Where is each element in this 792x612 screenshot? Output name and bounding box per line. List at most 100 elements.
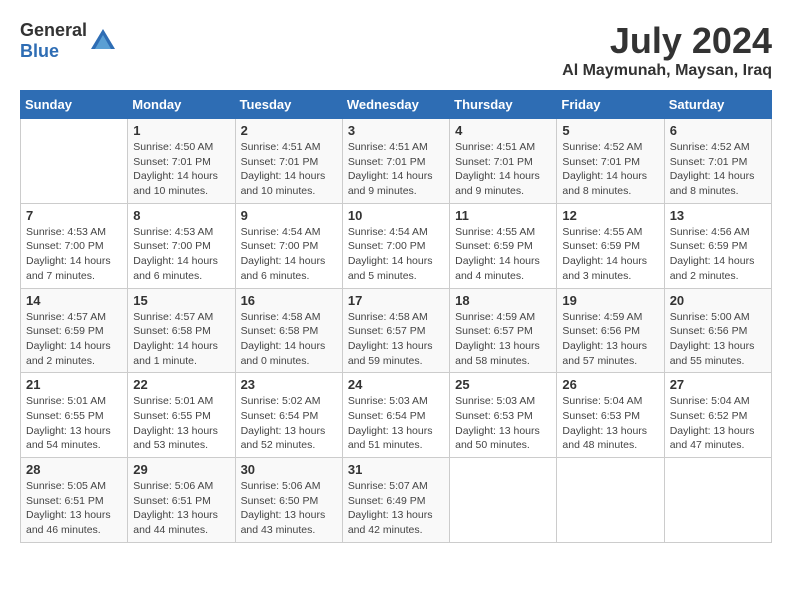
day-number: 4 xyxy=(455,123,551,138)
calendar-cell: 10 Sunrise: 4:54 AMSunset: 7:00 PMDayligh… xyxy=(342,203,449,288)
day-info: Sunrise: 5:07 AMSunset: 6:49 PMDaylight:… xyxy=(348,479,444,538)
day-info: Sunrise: 4:51 AMSunset: 7:01 PMDaylight:… xyxy=(348,140,444,199)
day-number: 17 xyxy=(348,293,444,308)
day-info: Sunrise: 4:57 AMSunset: 6:58 PMDaylight:… xyxy=(133,310,229,369)
calendar-cell: 21Sunrise: 5:01 AMSunset: 6:55 PMDayligh… xyxy=(21,373,128,458)
day-number: 1 xyxy=(133,123,229,138)
day-info: Sunrise: 4:58 AMSunset: 6:57 PMDaylight:… xyxy=(348,310,444,369)
calendar-cell: 31 Sunrise: 5:07 AMSunset: 6:49 PMDayligh… xyxy=(342,458,449,543)
calendar-table: SundayMondayTuesdayWednesdayThursdayFrid… xyxy=(20,90,772,543)
day-info: Sunrise: 4:52 AMSunset: 7:01 PMDaylight:… xyxy=(670,140,766,199)
day-number: 25 xyxy=(455,377,551,392)
day-number: 16 xyxy=(241,293,337,308)
day-info: Sunrise: 4:50 AMSunset: 7:01 PMDaylight:… xyxy=(133,140,229,199)
logo-text: General Blue xyxy=(20,20,87,62)
page-header: General Blue July 2024 Al Maymunah, Mays… xyxy=(20,20,772,80)
calendar-cell: 27 Sunrise: 5:04 AMSunset: 6:52 PMDayligh… xyxy=(664,373,771,458)
day-info: Sunrise: 4:58 AMSunset: 6:58 PMDaylight:… xyxy=(241,310,337,369)
calendar-cell: 19 Sunrise: 4:59 AMSunset: 6:56 PMDayligh… xyxy=(557,288,664,373)
day-number: 21 xyxy=(26,377,122,392)
calendar-week-1: 1 Sunrise: 4:50 AMSunset: 7:01 PMDaylight… xyxy=(21,119,772,204)
calendar-cell xyxy=(21,119,128,204)
day-number: 3 xyxy=(348,123,444,138)
column-header-thursday: Thursday xyxy=(450,91,557,119)
day-info: Sunrise: 4:53 AMSunset: 7:00 PMDaylight:… xyxy=(26,225,122,284)
calendar-cell: 13Sunrise: 4:56 AMSunset: 6:59 PMDayligh… xyxy=(664,203,771,288)
logo: General Blue xyxy=(20,20,117,62)
day-info: Sunrise: 5:03 AMSunset: 6:54 PMDaylight:… xyxy=(348,394,444,453)
day-number: 14 xyxy=(26,293,122,308)
day-number: 19 xyxy=(562,293,658,308)
calendar-cell xyxy=(664,458,771,543)
day-number: 31 xyxy=(348,462,444,477)
day-number: 26 xyxy=(562,377,658,392)
day-info: Sunrise: 5:01 AMSunset: 6:55 PMDaylight:… xyxy=(133,394,229,453)
calendar-cell: 4Sunrise: 4:51 AMSunset: 7:01 PMDaylight… xyxy=(450,119,557,204)
day-info: Sunrise: 5:02 AMSunset: 6:54 PMDaylight:… xyxy=(241,394,337,453)
day-number: 15 xyxy=(133,293,229,308)
calendar-cell: 15 Sunrise: 4:57 AMSunset: 6:58 PMDayligh… xyxy=(128,288,235,373)
day-number: 18 xyxy=(455,293,551,308)
day-number: 28 xyxy=(26,462,122,477)
day-number: 27 xyxy=(670,377,766,392)
location-title: Al Maymunah, Maysan, Iraq xyxy=(562,62,772,80)
day-info: Sunrise: 5:03 AMSunset: 6:53 PMDaylight:… xyxy=(455,394,551,453)
day-info: Sunrise: 4:51 AMSunset: 7:01 PMDaylight:… xyxy=(241,140,337,199)
calendar-week-4: 21 Sunrise: 5:01 AMSunset: 6:55 PMDayligh… xyxy=(21,373,772,458)
day-info: Sunrise: 5:00 AMSunset: 6:56 PMDaylight:… xyxy=(670,310,766,369)
calendar-cell: 20 Sunrise: 5:00 AMSunset: 6:56 PMDayligh… xyxy=(664,288,771,373)
calendar-cell: 29Sunrise: 5:06 AMSunset: 6:51 PMDayligh… xyxy=(128,458,235,543)
column-header-wednesday: Wednesday xyxy=(342,91,449,119)
day-info: Sunrise: 4:56 AMSunset: 6:59 PMDaylight:… xyxy=(670,225,766,284)
day-number: 6 xyxy=(670,123,766,138)
day-number: 24 xyxy=(348,377,444,392)
calendar-week-2: 7 Sunrise: 4:53 AMSunset: 7:00 PMDaylight… xyxy=(21,203,772,288)
calendar-cell xyxy=(450,458,557,543)
day-number: 9 xyxy=(241,208,337,223)
calendar-cell: 2Sunrise: 4:51 AMSunset: 7:01 PMDaylight… xyxy=(235,119,342,204)
day-number: 23 xyxy=(241,377,337,392)
calendar-cell: 5Sunrise: 4:52 AMSunset: 7:01 PMDaylight… xyxy=(557,119,664,204)
day-info: Sunrise: 4:59 AMSunset: 6:56 PMDaylight:… xyxy=(562,310,658,369)
day-number: 29 xyxy=(133,462,229,477)
calendar-cell: 28 Sunrise: 5:05 AMSunset: 6:51 PMDayligh… xyxy=(21,458,128,543)
day-info: Sunrise: 5:06 AMSunset: 6:50 PMDaylight:… xyxy=(241,479,337,538)
title-block: July 2024 Al Maymunah, Maysan, Iraq xyxy=(562,20,772,80)
calendar-cell: 3 Sunrise: 4:51 AMSunset: 7:01 PMDaylight… xyxy=(342,119,449,204)
calendar-cell: 11Sunrise: 4:55 AMSunset: 6:59 PMDayligh… xyxy=(450,203,557,288)
day-number: 5 xyxy=(562,123,658,138)
day-info: Sunrise: 4:57 AMSunset: 6:59 PMDaylight:… xyxy=(26,310,122,369)
day-number: 12 xyxy=(562,208,658,223)
calendar-cell: 23 Sunrise: 5:02 AMSunset: 6:54 PMDayligh… xyxy=(235,373,342,458)
column-header-tuesday: Tuesday xyxy=(235,91,342,119)
calendar-cell: 6 Sunrise: 4:52 AMSunset: 7:01 PMDaylight… xyxy=(664,119,771,204)
column-header-friday: Friday xyxy=(557,91,664,119)
calendar-cell: 16 Sunrise: 4:58 AMSunset: 6:58 PMDayligh… xyxy=(235,288,342,373)
calendar-week-3: 14 Sunrise: 4:57 AMSunset: 6:59 PMDayligh… xyxy=(21,288,772,373)
day-info: Sunrise: 4:53 AMSunset: 7:00 PMDaylight:… xyxy=(133,225,229,284)
calendar-cell: 9Sunrise: 4:54 AMSunset: 7:00 PMDaylight… xyxy=(235,203,342,288)
day-info: Sunrise: 4:55 AMSunset: 6:59 PMDaylight:… xyxy=(562,225,658,284)
calendar-header-row: SundayMondayTuesdayWednesdayThursdayFrid… xyxy=(21,91,772,119)
calendar-cell: 24 Sunrise: 5:03 AMSunset: 6:54 PMDayligh… xyxy=(342,373,449,458)
month-year-title: July 2024 xyxy=(562,20,772,62)
column-header-monday: Monday xyxy=(128,91,235,119)
column-header-saturday: Saturday xyxy=(664,91,771,119)
day-info: Sunrise: 4:59 AMSunset: 6:57 PMDaylight:… xyxy=(455,310,551,369)
calendar-week-5: 28 Sunrise: 5:05 AMSunset: 6:51 PMDayligh… xyxy=(21,458,772,543)
day-number: 30 xyxy=(241,462,337,477)
day-number: 7 xyxy=(26,208,122,223)
calendar-cell: 7 Sunrise: 4:53 AMSunset: 7:00 PMDaylight… xyxy=(21,203,128,288)
day-info: Sunrise: 5:04 AMSunset: 6:52 PMDaylight:… xyxy=(670,394,766,453)
logo-icon xyxy=(89,27,117,55)
calendar-cell xyxy=(557,458,664,543)
calendar-cell: 25 Sunrise: 5:03 AMSunset: 6:53 PMDayligh… xyxy=(450,373,557,458)
day-number: 20 xyxy=(670,293,766,308)
column-header-sunday: Sunday xyxy=(21,91,128,119)
calendar-cell: 8 Sunrise: 4:53 AMSunset: 7:00 PMDaylight… xyxy=(128,203,235,288)
day-number: 10 xyxy=(348,208,444,223)
logo-general: General xyxy=(20,20,87,40)
day-number: 8 xyxy=(133,208,229,223)
day-info: Sunrise: 5:05 AMSunset: 6:51 PMDaylight:… xyxy=(26,479,122,538)
day-info: Sunrise: 4:54 AMSunset: 7:00 PMDaylight:… xyxy=(348,225,444,284)
